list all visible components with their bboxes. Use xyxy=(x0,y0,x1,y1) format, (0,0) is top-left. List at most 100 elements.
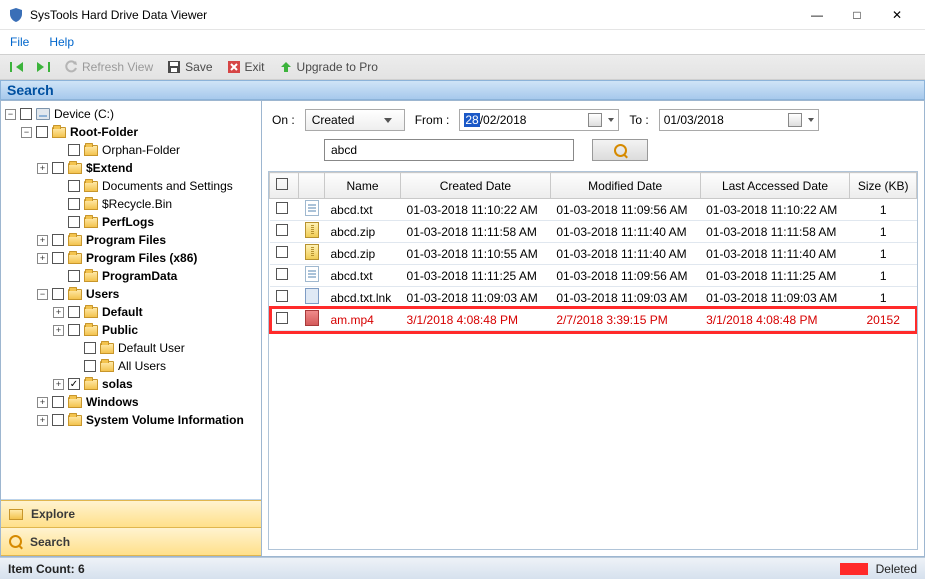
exit-button[interactable]: Exit xyxy=(223,58,269,76)
tree-label-users[interactable]: Users xyxy=(86,287,119,301)
tree-label-default[interactable]: Default xyxy=(102,305,143,319)
tab-search[interactable]: Search xyxy=(1,528,261,556)
tree-label-extend[interactable]: $Extend xyxy=(86,161,133,175)
checkbox[interactable] xyxy=(84,360,96,372)
row-checkbox[interactable] xyxy=(276,246,288,258)
from-date-input[interactable]: 28/02/2018 xyxy=(459,109,619,131)
tree[interactable]: −Device (C:) −Root-Folder Orphan-Folder … xyxy=(1,101,261,499)
tab-explore[interactable]: Explore xyxy=(1,500,261,528)
expander-icon[interactable]: + xyxy=(37,253,48,264)
table-row[interactable]: abcd.txt.lnk01-03-2018 11:09:03 AM01-03-… xyxy=(270,287,917,309)
row-checkbox[interactable] xyxy=(276,290,288,302)
checkbox[interactable] xyxy=(52,252,64,264)
checkbox[interactable] xyxy=(52,288,64,300)
tree-label-docs[interactable]: Documents and Settings xyxy=(102,179,233,193)
tree-label-progdata[interactable]: ProgramData xyxy=(102,269,177,283)
tree-label-recycle[interactable]: $Recycle.Bin xyxy=(102,197,172,211)
cell-size: 20152 xyxy=(850,309,917,331)
maximize-button[interactable]: □ xyxy=(837,1,877,29)
minimize-button[interactable]: — xyxy=(797,1,837,29)
table-row[interactable]: abcd.zip01-03-2018 11:11:58 AM01-03-2018… xyxy=(270,221,917,243)
table-row[interactable]: abcd.txt01-03-2018 11:10:22 AM01-03-2018… xyxy=(270,199,917,221)
chevron-down-icon[interactable] xyxy=(808,118,814,122)
nav-last-button[interactable] xyxy=(33,60,54,74)
calendar-icon[interactable] xyxy=(588,113,602,127)
row-checkbox[interactable] xyxy=(276,202,288,214)
nav-first-button[interactable] xyxy=(6,60,27,74)
tree-label-root[interactable]: Root-Folder xyxy=(70,125,138,139)
cell-accessed: 01-03-2018 11:11:25 AM xyxy=(700,265,850,287)
tree-label-windows[interactable]: Windows xyxy=(86,395,139,409)
checkbox[interactable] xyxy=(68,306,80,318)
expander-icon[interactable]: + xyxy=(37,397,48,408)
tree-label-public[interactable]: Public xyxy=(102,323,138,337)
on-select[interactable]: Created xyxy=(305,109,405,131)
checkbox[interactable] xyxy=(84,342,96,354)
close-button[interactable]: ✕ xyxy=(877,1,917,29)
menu-help[interactable]: Help xyxy=(49,35,74,49)
expander-icon[interactable]: − xyxy=(37,289,48,300)
expander-icon[interactable]: + xyxy=(53,307,64,318)
upgrade-button[interactable]: Upgrade to Pro xyxy=(275,58,382,76)
table-row[interactable]: am.mp43/1/2018 4:08:48 PM2/7/2018 3:39:1… xyxy=(270,309,917,331)
col-name[interactable]: Name xyxy=(325,173,401,199)
checkbox[interactable] xyxy=(52,396,64,408)
tree-label-allusers[interactable]: All Users xyxy=(118,359,166,373)
checkbox[interactable] xyxy=(20,108,32,120)
col-size[interactable]: Size (KB) xyxy=(850,173,917,199)
col-modified[interactable]: Modified Date xyxy=(550,173,700,199)
tree-label-sysvol[interactable]: System Volume Information xyxy=(86,413,244,427)
col-accessed[interactable]: Last Accessed Date xyxy=(700,173,850,199)
row-checkbox[interactable] xyxy=(276,224,288,236)
tree-label-solas[interactable]: solas xyxy=(102,377,133,391)
save-button[interactable]: Save xyxy=(163,58,216,76)
checkbox[interactable] xyxy=(52,234,64,246)
checkbox[interactable] xyxy=(68,198,80,210)
table-row[interactable]: abcd.zip01-03-2018 11:10:55 AM01-03-2018… xyxy=(270,243,917,265)
tree-label-progfiles[interactable]: Program Files xyxy=(86,233,166,247)
checkbox[interactable] xyxy=(52,162,64,174)
checkbox[interactable] xyxy=(68,180,80,192)
folder-icon xyxy=(84,217,98,228)
table-row[interactable]: abcd.txt01-03-2018 11:11:25 AM01-03-2018… xyxy=(270,265,917,287)
search-icon xyxy=(9,535,22,548)
tree-label-device[interactable]: Device (C:) xyxy=(54,107,114,121)
tree-label-progfiles86[interactable]: Program Files (x86) xyxy=(86,251,197,265)
from-rest: /02/2018 xyxy=(480,113,527,127)
col-created[interactable]: Created Date xyxy=(401,173,551,199)
cell-modified: 2/7/2018 3:39:15 PM xyxy=(550,309,700,331)
expander-icon[interactable]: − xyxy=(5,109,16,120)
checkbox[interactable] xyxy=(68,324,80,336)
checkbox[interactable] xyxy=(68,216,80,228)
checkbox[interactable]: ✓ xyxy=(68,378,80,390)
expander-icon[interactable]: + xyxy=(37,163,48,174)
chevron-down-icon[interactable] xyxy=(608,118,614,122)
menu-file[interactable]: File xyxy=(10,35,29,49)
expander-icon[interactable]: − xyxy=(21,127,32,138)
folder-icon xyxy=(84,145,98,156)
item-count: Item Count: 6 xyxy=(8,562,85,576)
cell-created: 01-03-2018 11:11:25 AM xyxy=(401,265,551,287)
col-icon[interactable] xyxy=(299,173,325,199)
search-text-input[interactable]: abcd xyxy=(324,139,574,161)
results-grid[interactable]: Name Created Date Modified Date Last Acc… xyxy=(268,171,918,550)
tree-label-orphan[interactable]: Orphan-Folder xyxy=(102,143,180,157)
expander-icon[interactable]: + xyxy=(37,415,48,426)
checkbox[interactable] xyxy=(68,144,80,156)
tree-label-perflogs[interactable]: PerfLogs xyxy=(102,215,154,229)
calendar-icon[interactable] xyxy=(788,113,802,127)
select-all-checkbox[interactable] xyxy=(276,178,288,190)
expander-icon[interactable]: + xyxy=(53,325,64,336)
to-date-input[interactable]: 01/03/2018 xyxy=(659,109,819,131)
checkbox[interactable] xyxy=(68,270,80,282)
expander-icon[interactable]: + xyxy=(53,379,64,390)
row-checkbox[interactable] xyxy=(276,312,288,324)
cell-modified: 01-03-2018 11:09:03 AM xyxy=(550,287,700,309)
tree-label-defaultuser[interactable]: Default User xyxy=(118,341,185,355)
checkbox[interactable] xyxy=(52,414,64,426)
refresh-button[interactable]: Refresh View xyxy=(60,58,157,76)
search-button[interactable] xyxy=(592,139,648,161)
row-checkbox[interactable] xyxy=(276,268,288,280)
checkbox[interactable] xyxy=(36,126,48,138)
expander-icon[interactable]: + xyxy=(37,235,48,246)
